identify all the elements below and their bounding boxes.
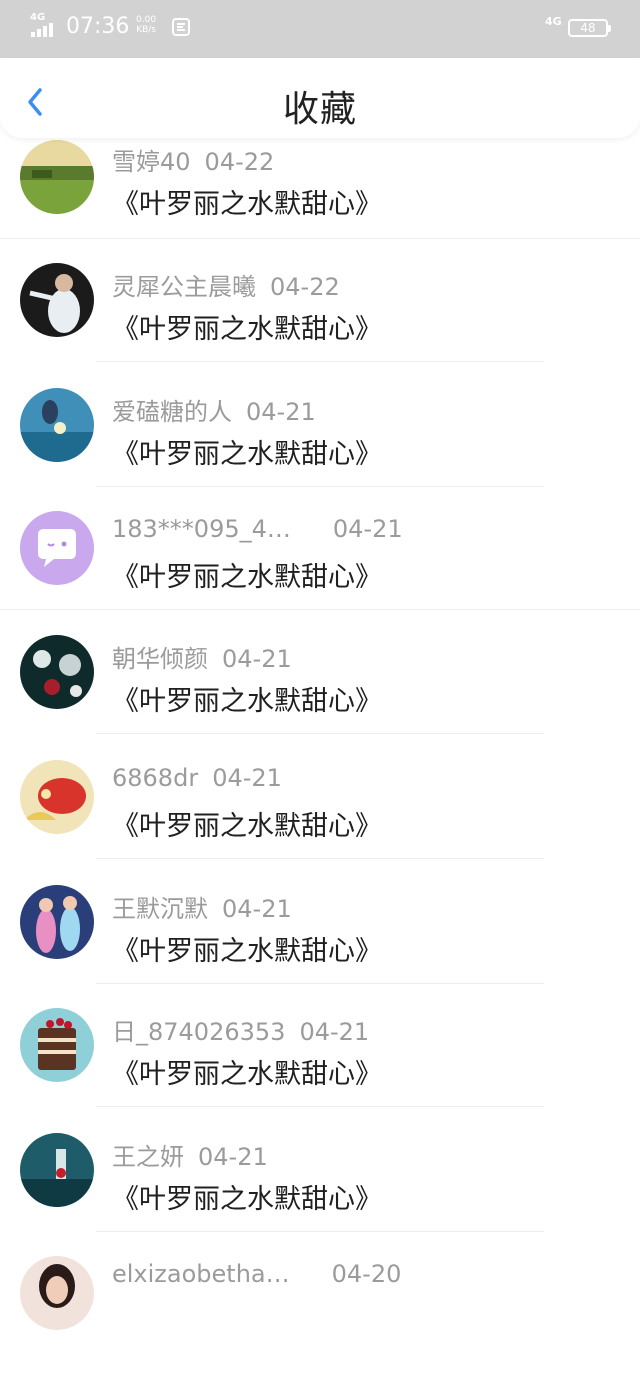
avatar[interactable] bbox=[20, 511, 94, 585]
username[interactable]: 王之妍 bbox=[112, 1143, 184, 1171]
date: 04-21 bbox=[299, 1018, 370, 1046]
avatar[interactable] bbox=[20, 140, 94, 214]
story-title[interactable]: 《叶罗丽之水默甜心》 bbox=[112, 1052, 382, 1091]
divider bbox=[96, 1106, 544, 1107]
story-title[interactable]: 《叶罗丽之水默甜心》 bbox=[112, 555, 382, 594]
username[interactable]: 朝华倾颜 bbox=[112, 645, 208, 673]
item-meta: 6868dr 04-21 bbox=[112, 764, 282, 792]
avatar[interactable] bbox=[20, 1008, 94, 1082]
avatar[interactable] bbox=[20, 885, 94, 959]
divider bbox=[96, 858, 544, 859]
date: 04-22 bbox=[270, 273, 340, 301]
username[interactable]: 王默沉默 bbox=[112, 895, 208, 923]
username[interactable]: elxizaobetha… bbox=[112, 1260, 290, 1288]
date: 04-21 bbox=[246, 398, 316, 426]
list-item[interactable]: 日_874026353 04-21 《叶罗丽之水默甜心》 bbox=[0, 1008, 640, 1132]
item-meta: 日_874026353 04-21 bbox=[112, 1012, 369, 1047]
avatar[interactable] bbox=[20, 1133, 94, 1207]
divider bbox=[0, 609, 640, 610]
date: 04-21 bbox=[212, 764, 282, 792]
story-title[interactable]: 《叶罗丽之水默甜心》 bbox=[112, 182, 382, 221]
item-meta: 朝华倾颜 04-21 bbox=[112, 639, 292, 674]
username[interactable]: 183***095_4… bbox=[112, 515, 291, 543]
story-title[interactable]: 《叶罗丽之水默甜心》 bbox=[112, 1177, 382, 1216]
story-title[interactable]: 《叶罗丽之水默甜心》 bbox=[112, 307, 382, 346]
username[interactable]: 灵犀公主晨曦 bbox=[112, 273, 256, 301]
date: 04-21 bbox=[198, 1143, 268, 1171]
page-title: 收藏 bbox=[282, 89, 357, 130]
divider bbox=[96, 983, 544, 984]
divider bbox=[96, 486, 544, 487]
nav-header: 收藏 bbox=[0, 58, 640, 138]
favorites-list: 雪婷40 04-22 《叶罗丽之水默甜心》 灵犀公主晨曦 04-22 《叶罗丽之水默… bbox=[0, 0, 640, 1330]
list-item[interactable]: 6868dr 04-21 《叶罗丽之水默甜心》 bbox=[0, 760, 640, 884]
item-meta: elxizaobetha… 04-20 bbox=[112, 1260, 401, 1288]
avatar[interactable] bbox=[20, 388, 94, 462]
divider bbox=[0, 238, 640, 239]
list-item[interactable]: elxizaobetha… 04-20 bbox=[0, 1256, 640, 1380]
divider bbox=[96, 1231, 544, 1232]
list-item[interactable]: 王默沉默 04-21 《叶罗丽之水默甜心》 bbox=[0, 885, 640, 1009]
divider bbox=[96, 733, 544, 734]
item-meta: 王之妍 04-21 bbox=[112, 1137, 268, 1172]
item-meta: 灵犀公主晨曦 04-22 bbox=[112, 267, 340, 302]
divider bbox=[96, 361, 544, 362]
item-meta: 雪婷40 04-22 bbox=[112, 142, 274, 177]
list-item[interactable]: 朝华倾颜 04-21 《叶罗丽之水默甜心》 bbox=[0, 635, 640, 759]
list-item[interactable]: 183***095_4… 04-21 《叶罗丽之水默甜心》 bbox=[0, 511, 640, 635]
date: 04-20 bbox=[331, 1260, 402, 1288]
username[interactable]: 日_874026353 bbox=[112, 1018, 285, 1046]
avatar[interactable] bbox=[20, 1256, 94, 1330]
story-title[interactable]: 《叶罗丽之水默甜心》 bbox=[112, 929, 382, 968]
date: 04-21 bbox=[222, 645, 292, 673]
list-item[interactable]: 爱磕糖的人 04-21 《叶罗丽之水默甜心》 bbox=[0, 388, 640, 512]
item-meta: 王默沉默 04-21 bbox=[112, 889, 292, 924]
list-item[interactable]: 王之妍 04-21 《叶罗丽之水默甜心》 bbox=[0, 1133, 640, 1257]
list-item[interactable]: 雪婷40 04-22 《叶罗丽之水默甜心》 bbox=[0, 138, 640, 262]
item-meta: 183***095_4… 04-21 bbox=[112, 515, 403, 543]
username[interactable]: 雪婷40 bbox=[112, 148, 191, 176]
story-title[interactable]: 《叶罗丽之水默甜心》 bbox=[112, 804, 382, 843]
username[interactable]: 爱磕糖的人 bbox=[112, 398, 232, 426]
list-item[interactable]: 灵犀公主晨曦 04-22 《叶罗丽之水默甜心》 bbox=[0, 263, 640, 387]
date: 04-22 bbox=[204, 148, 275, 176]
username[interactable]: 6868dr bbox=[112, 764, 198, 792]
avatar[interactable] bbox=[20, 635, 94, 709]
date: 04-21 bbox=[332, 515, 403, 543]
date: 04-21 bbox=[222, 895, 292, 923]
story-title[interactable]: 《叶罗丽之水默甜心》 bbox=[112, 432, 382, 471]
story-title[interactable]: 《叶罗丽之水默甜心》 bbox=[112, 679, 382, 718]
avatar[interactable] bbox=[20, 263, 94, 337]
item-meta: 爱磕糖的人 04-21 bbox=[112, 392, 316, 427]
avatar[interactable] bbox=[20, 760, 94, 834]
